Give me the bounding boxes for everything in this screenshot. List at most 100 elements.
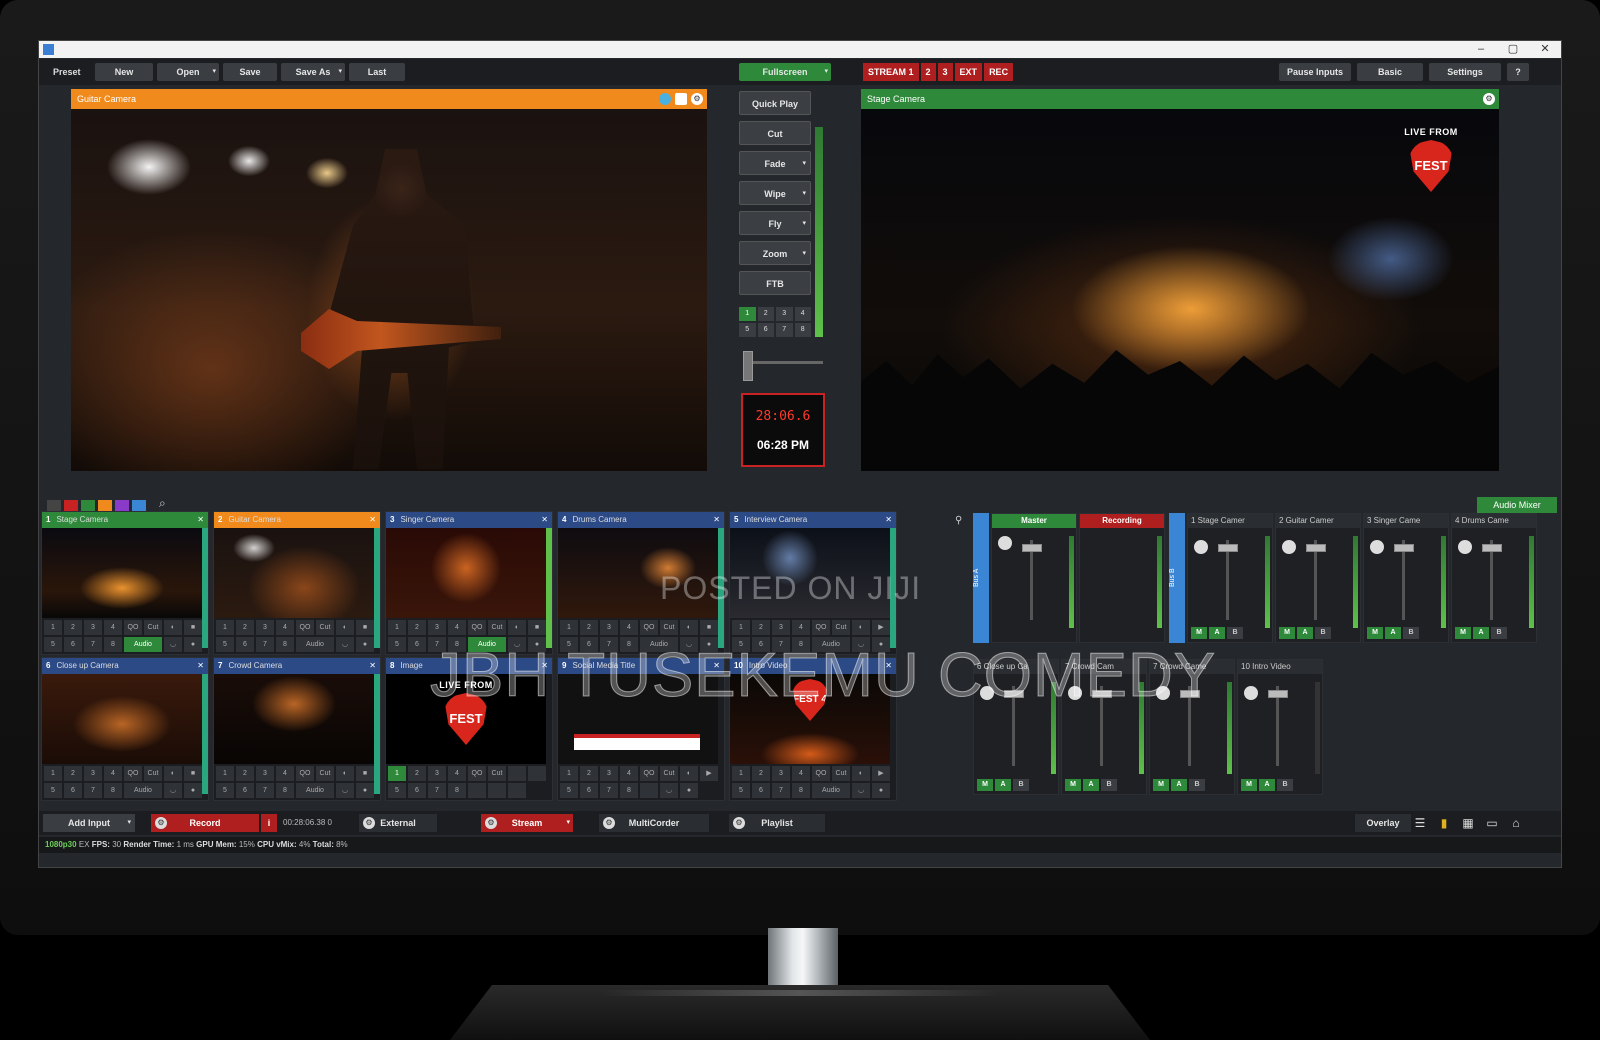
add-input-button[interactable]: Add Input ▾: [43, 814, 135, 832]
zoom-button[interactable]: Zoom ▾: [739, 241, 811, 265]
save-button[interactable]: Save: [223, 63, 277, 81]
gear-icon[interactable]: [1244, 686, 1258, 700]
overlay-2-button[interactable]: 2: [64, 766, 82, 781]
multicorder-button[interactable]: ⚙ MultiCorder: [599, 814, 709, 832]
audio-mixer-button[interactable]: Audio Mixer: [1477, 497, 1557, 513]
mute-button[interactable]: M: [1367, 627, 1383, 639]
bus-b-button[interactable]: B: [1227, 627, 1243, 639]
overlay-4-button[interactable]: 4: [792, 620, 810, 635]
settings-dot-icon[interactable]: ●: [356, 783, 374, 798]
close-icon[interactable]: ✕: [885, 512, 892, 528]
gear-icon[interactable]: ⚙: [155, 817, 167, 829]
overlay-2-button[interactable]: 2: [236, 620, 254, 635]
settings-dot-icon[interactable]: ●: [184, 783, 202, 798]
overlay-3-button[interactable]: 3: [772, 620, 790, 635]
cut-button[interactable]: Cut: [739, 121, 811, 145]
overlay-3-button[interactable]: 3: [428, 620, 446, 635]
mute-button[interactable]: M: [1191, 627, 1207, 639]
loop-icon[interactable]: ◐: [164, 766, 182, 781]
overlay-7-button[interactable]: 7: [428, 783, 446, 798]
overlay-7-button[interactable]: 7: [600, 783, 618, 798]
overlay-5-button[interactable]: 5: [216, 783, 234, 798]
transition-1[interactable]: 1: [739, 307, 756, 321]
gear-icon[interactable]: [1194, 540, 1208, 554]
bus-a-button[interactable]: A: [1083, 779, 1099, 791]
close-icon[interactable]: ✕: [369, 658, 376, 674]
gear-icon[interactable]: ⚙: [363, 817, 375, 829]
gear-icon[interactable]: ⚙: [1483, 93, 1495, 105]
speaker-icon[interactable]: ◡: [164, 783, 182, 798]
audio-button[interactable]: Audio: [812, 783, 850, 798]
transition-8[interactable]: 8: [794, 323, 811, 337]
cut-button[interactable]: Cut: [832, 620, 850, 635]
speaker-icon[interactable]: ◡: [660, 783, 678, 798]
mute-button[interactable]: M: [977, 779, 993, 791]
stream-2-badge[interactable]: 2: [920, 63, 936, 81]
mute-button[interactable]: M: [1065, 779, 1081, 791]
speaker-icon[interactable]: ◡: [164, 637, 182, 652]
audio-button[interactable]: Audio: [124, 637, 162, 652]
overlay-6-button[interactable]: 6: [236, 637, 254, 652]
overlay-3-button[interactable]: 3: [256, 620, 274, 635]
overlay-2-button[interactable]: 2: [580, 766, 598, 781]
overlay-2-button[interactable]: 2: [408, 620, 426, 635]
input-thumbnail[interactable]: [386, 528, 546, 618]
transition-3[interactable]: 3: [776, 307, 793, 321]
quick-play-button[interactable]: QO: [124, 620, 142, 635]
output-video[interactable]: LIVE FROM FEST 4: [861, 109, 1499, 471]
colour-bars-icon[interactable]: ▮: [1437, 816, 1451, 830]
overlay-5-button[interactable]: 5: [388, 637, 406, 652]
quick-play-button[interactable]: QO: [812, 766, 830, 781]
bus-b-button[interactable]: B: [1403, 627, 1419, 639]
cut-button[interactable]: Cut: [144, 620, 162, 635]
settings-dot-icon[interactable]: ●: [680, 783, 698, 798]
cut-button[interactable]: Cut: [660, 766, 678, 781]
overlay-7-button[interactable]: 7: [772, 783, 790, 798]
transition-6[interactable]: 6: [757, 323, 774, 337]
overlay-1-button[interactable]: 1: [388, 766, 406, 781]
play-icon[interactable]: ▶: [872, 766, 890, 781]
stream-status-strip[interactable]: STREAM 1 2 3 EXT REC: [863, 63, 1014, 81]
stop-icon[interactable]: ■: [528, 620, 546, 635]
overlay-8-button[interactable]: 8: [620, 783, 638, 798]
bus-b-button[interactable]: B: [1277, 779, 1293, 791]
overlay-5-button[interactable]: 5: [560, 783, 578, 798]
cut-button[interactable]: Cut: [488, 620, 506, 635]
gear-icon[interactable]: ⚙: [733, 817, 745, 829]
t-bar-slider[interactable]: [743, 351, 823, 381]
new-button[interactable]: New: [95, 63, 153, 81]
transition-7[interactable]: 7: [776, 323, 793, 337]
overlay-4-button[interactable]: 4: [448, 766, 466, 781]
overlay-3-button[interactable]: 3: [600, 620, 618, 635]
overlay-6-button[interactable]: 6: [64, 783, 82, 798]
help-button[interactable]: ?: [1507, 63, 1529, 81]
quick-play-button[interactable]: Quick Play: [739, 91, 811, 115]
overlay-8-button[interactable]: 8: [448, 783, 466, 798]
input-thumbnail[interactable]: [214, 674, 374, 764]
quick-play-button[interactable]: QO: [468, 766, 486, 781]
overlay-8-button[interactable]: 8: [276, 637, 294, 652]
bus-b-button[interactable]: B: [1491, 627, 1507, 639]
minimize-icon[interactable]: –: [1465, 41, 1497, 58]
close-icon[interactable]: ✕: [197, 658, 204, 674]
loop-icon[interactable]: ◐: [680, 620, 698, 635]
overlay-7-button[interactable]: 7: [84, 637, 102, 652]
monitor-icon[interactable]: ▭: [1485, 816, 1499, 830]
play-icon[interactable]: ▶: [700, 766, 718, 781]
fullscreen-button[interactable]: Fullscreen ▾: [739, 63, 831, 81]
list-view-icon[interactable]: ☰: [1413, 816, 1427, 830]
loop-icon[interactable]: ◐: [508, 620, 526, 635]
channel-fader-handle[interactable]: [1394, 544, 1414, 552]
record-button[interactable]: ⚙ Record: [151, 814, 259, 832]
mute-button[interactable]: M: [1241, 779, 1257, 791]
overlay-5-button[interactable]: 5: [388, 783, 406, 798]
preview-video[interactable]: [71, 109, 707, 471]
overlay-button[interactable]: Overlay: [1355, 814, 1411, 832]
stream-1-badge[interactable]: STREAM 1: [863, 63, 919, 81]
gear-icon[interactable]: ⚙: [603, 817, 615, 829]
gear-icon[interactable]: [1282, 540, 1296, 554]
overlay-1-button[interactable]: 1: [44, 620, 62, 635]
master-fader-handle[interactable]: [1022, 544, 1042, 552]
overlay-4-button[interactable]: 4: [276, 766, 294, 781]
maximize-icon[interactable]: ▢: [1497, 41, 1529, 58]
